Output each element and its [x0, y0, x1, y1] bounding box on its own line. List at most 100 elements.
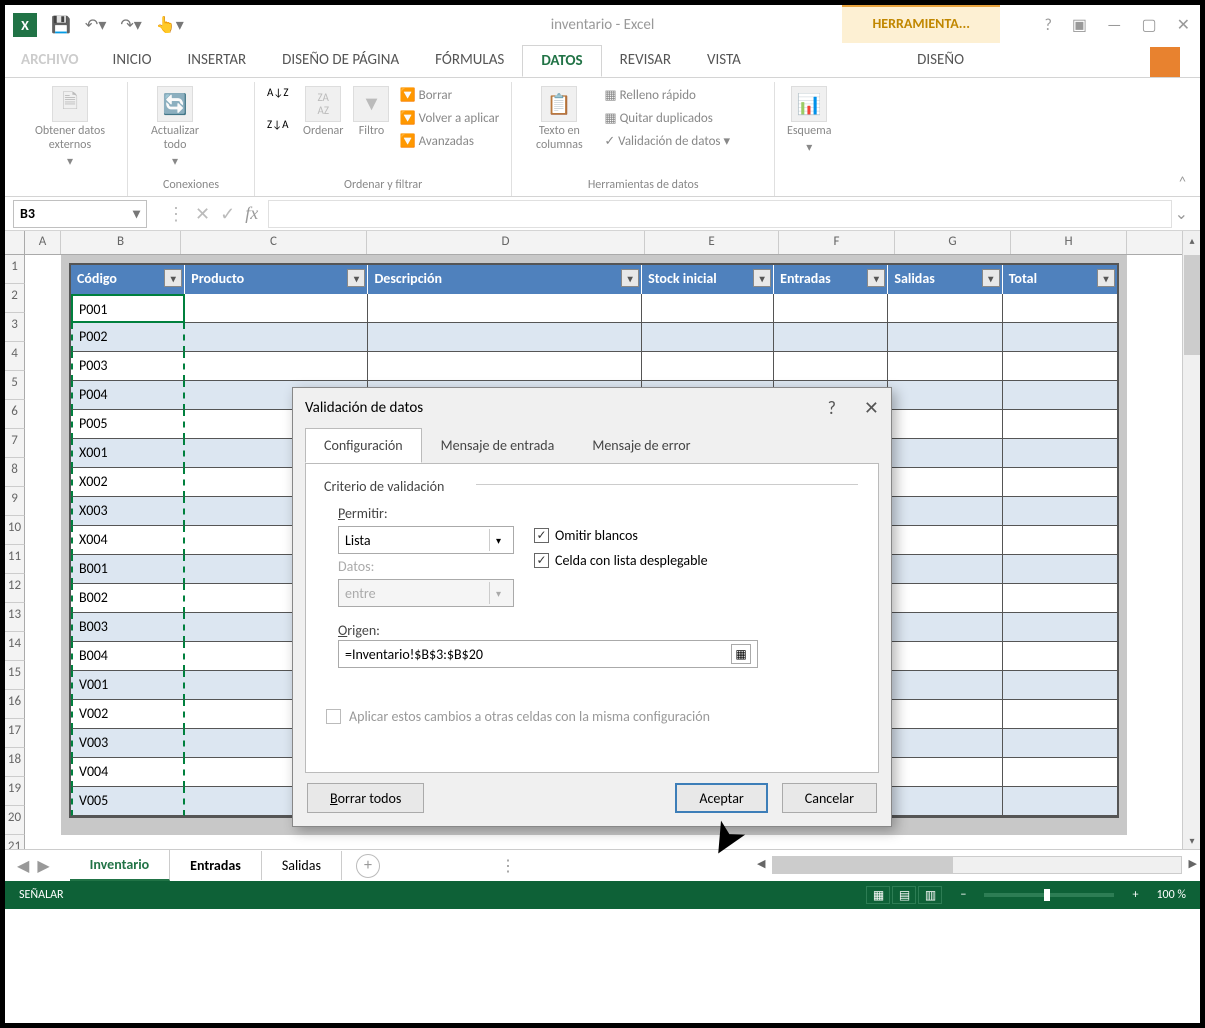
fx-icon[interactable]: fx [245, 203, 258, 224]
cell[interactable] [888, 555, 1002, 584]
cell[interactable] [1003, 758, 1117, 787]
row-header[interactable]: 10 [5, 516, 25, 545]
new-sheet-button[interactable]: + [356, 854, 380, 878]
col-header[interactable]: C [181, 231, 367, 254]
flash-fill-button[interactable]: ▦ Relleno rápido [604, 86, 730, 105]
sheet-tab-entradas[interactable]: Entradas [170, 851, 262, 880]
cell[interactable] [185, 294, 368, 323]
properties-icon[interactable] [220, 114, 242, 136]
filter-icon[interactable]: ▾ [753, 269, 771, 287]
scroll-down-icon[interactable]: ▾ [1184, 831, 1200, 849]
cell[interactable] [888, 700, 1002, 729]
cell-codigo[interactable]: V001 [71, 671, 185, 700]
row-header[interactable]: 11 [5, 545, 25, 574]
filter-button[interactable]: ▼ Filtro [353, 86, 389, 138]
cell[interactable] [888, 787, 1002, 816]
cell[interactable] [888, 758, 1002, 787]
tab-diseno-pagina[interactable]: DISEÑO DE PÁGINA [264, 45, 417, 77]
cell[interactable] [888, 497, 1002, 526]
connections-icon[interactable] [220, 86, 242, 108]
cell[interactable] [774, 323, 888, 352]
omitir-blancos-checkbox[interactable]: ✓ Omitir blancos [534, 527, 708, 544]
row-header[interactable]: 18 [5, 748, 25, 777]
cell[interactable] [888, 323, 1002, 352]
sheet-nav-next-icon[interactable]: ▶ [37, 856, 49, 876]
vertical-scrollbar[interactable]: ▴ ▾ [1182, 231, 1200, 849]
row-header[interactable]: 7 [5, 429, 25, 458]
cell-codigo[interactable]: P001 [71, 294, 185, 323]
cell[interactable] [368, 294, 642, 323]
cell[interactable] [1003, 700, 1117, 729]
help-icon[interactable]: ? [1044, 16, 1051, 35]
col-header[interactable]: B [61, 231, 181, 254]
cell[interactable] [888, 381, 1002, 410]
cell[interactable] [888, 352, 1002, 381]
scroll-up-icon[interactable]: ▴ [1184, 231, 1200, 249]
row-header[interactable]: 21 [5, 835, 25, 849]
row-header[interactable]: 5 [5, 371, 25, 400]
cell-codigo[interactable]: V002 [71, 700, 185, 729]
reapply-button[interactable]: 🔽 Volver a aplicar [399, 109, 499, 128]
cell-codigo[interactable]: P003 [71, 352, 185, 381]
row-header[interactable]: 12 [5, 574, 25, 603]
cell[interactable] [1003, 439, 1117, 468]
row-header[interactable]: 17 [5, 719, 25, 748]
remove-duplicates-button[interactable]: ▦ Quitar duplicados [604, 109, 730, 128]
cell[interactable] [1003, 410, 1117, 439]
page-break-view-icon[interactable]: ▥ [918, 886, 942, 904]
cell[interactable] [1003, 323, 1117, 352]
collapse-ribbon-icon[interactable]: ^ [1179, 173, 1186, 190]
cell[interactable] [888, 584, 1002, 613]
row-header[interactable]: 15 [5, 661, 25, 690]
aceptar-button[interactable]: Aceptar [675, 783, 767, 813]
data-validation-button[interactable]: ✓ Validación de datos ▾ [604, 132, 730, 151]
celda-lista-checkbox[interactable]: ✓ Celda con lista desplegable [534, 552, 708, 569]
save-icon[interactable]: 💾 [51, 15, 71, 35]
cell[interactable] [1003, 555, 1117, 584]
account-indicator[interactable] [1150, 47, 1180, 77]
tab-archivo[interactable]: ARCHIVO [5, 45, 95, 77]
filter-icon[interactable]: ▾ [347, 269, 365, 287]
cell[interactable] [888, 439, 1002, 468]
cell[interactable] [1003, 787, 1117, 816]
tab-mensaje-entrada[interactable]: Mensaje de entrada [422, 428, 574, 463]
cell[interactable] [1003, 584, 1117, 613]
tab-formulas[interactable]: FÓRMULAS [417, 45, 522, 77]
cell[interactable] [1003, 729, 1117, 758]
sort-az-icon[interactable]: A↓Z [267, 86, 293, 112]
col-header[interactable]: D [367, 231, 645, 254]
cell-codigo[interactable]: B001 [71, 555, 185, 584]
origen-input[interactable]: =Inventario!$B$3:$B$20 ▦ [338, 640, 758, 668]
cell-codigo[interactable]: P002 [71, 323, 185, 352]
cell[interactable] [774, 294, 888, 323]
cell[interactable] [642, 323, 774, 352]
filter-icon[interactable]: ▾ [982, 269, 1000, 287]
horizontal-scrollbar[interactable]: ◀ ▶ [772, 856, 1182, 874]
cancelar-button[interactable]: Cancelar [782, 783, 877, 813]
close-icon[interactable]: ✕ [1177, 15, 1190, 35]
row-header[interactable]: 3 [5, 313, 25, 342]
clear-filter-button[interactable]: 🔽 Borrar [399, 86, 499, 105]
tab-split-icon[interactable]: ⋮ [500, 856, 516, 876]
whatif-icon[interactable] [740, 114, 762, 136]
touch-mode-icon[interactable]: 👆▾ [156, 15, 184, 35]
row-header[interactable]: 9 [5, 487, 25, 516]
col-header[interactable]: F [779, 231, 895, 254]
accept-formula-icon[interactable]: ✓ [220, 203, 235, 225]
redo-icon[interactable]: ↷▾ [120, 15, 141, 35]
cell[interactable] [1003, 294, 1117, 323]
normal-view-icon[interactable]: ▦ [866, 886, 890, 904]
cell[interactable] [888, 526, 1002, 555]
maximize-icon[interactable]: ▢ [1141, 15, 1156, 35]
cell[interactable] [368, 323, 642, 352]
sheet-tab-salidas[interactable]: Salidas [262, 851, 342, 880]
filter-icon[interactable]: ▾ [164, 269, 182, 287]
zoom-slider[interactable] [984, 893, 1114, 897]
row-header[interactable]: 13 [5, 603, 25, 632]
row-header[interactable]: 16 [5, 690, 25, 719]
cell[interactable] [185, 323, 368, 352]
text-to-columns-button[interactable]: 📋 Texto en columnas [524, 86, 594, 152]
cell-codigo[interactable]: V005 [71, 787, 185, 816]
cancel-formula-icon[interactable]: ✕ [195, 203, 210, 225]
ribbon-options-icon[interactable]: ▣ [1072, 15, 1087, 35]
